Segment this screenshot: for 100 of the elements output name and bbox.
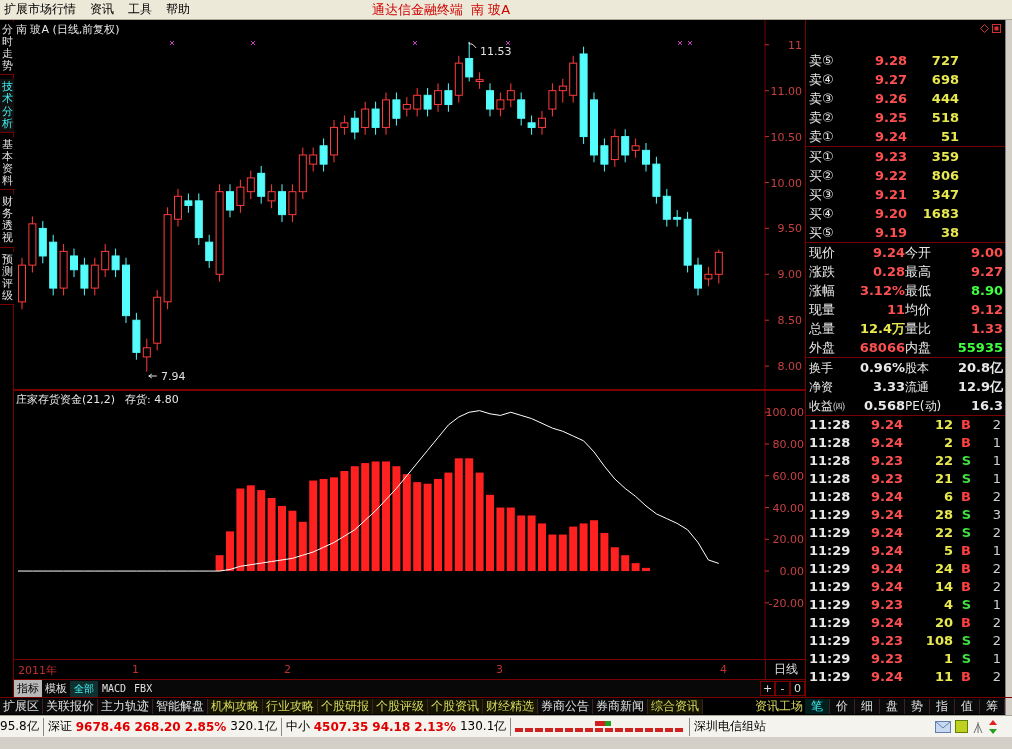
trade-volume: 22 [933,452,953,470]
indicator-tab[interactable]: MACD [98,682,131,695]
side-tab[interactable]: 分时走势 [0,22,14,76]
toolbar-link[interactable]: 个股研报 [318,699,373,714]
window-icon[interactable] [992,24,1001,33]
trade-price: 9.24 [869,416,903,434]
toolbar-link[interactable]: 综合资讯 [648,699,703,714]
candle [319,137,328,172]
order-price: 9.19 [873,223,907,242]
toolbar-link[interactable]: 券商公告 [538,699,593,714]
stat-label: 流通 [905,378,930,396]
toolbar-link[interactable]: 关联报价 [43,699,98,714]
detail-tab[interactable]: 细 [855,699,880,714]
stat-value: 9.24 [871,243,905,262]
arrows-icon[interactable] [988,719,998,734]
toolbar-link[interactable]: 个股评级 [373,699,428,714]
note-icon[interactable] [955,720,968,733]
candle [642,142,650,172]
stat-value: 1.33 [969,319,1003,338]
index-value: 9678.46 [75,719,131,734]
candle [90,257,99,296]
detail-tab[interactable]: 价 [830,699,855,714]
trade-side: B [960,578,971,596]
order-price: 9.27 [873,70,907,89]
toolbar-link[interactable]: 行业攻略 [263,699,318,714]
indicator-bar [298,521,307,572]
side-tab[interactable]: 预测评级 [0,251,14,305]
zoom-button[interactable]: - [775,681,790,696]
candle [278,183,286,223]
stat-label: 今开 [905,243,932,262]
toolbar-link[interactable]: 券商新闻 [593,699,648,714]
date-label: 2 [284,663,291,676]
stat-value: 0.568 [862,396,905,415]
trade-side: S [960,650,971,668]
menu-item[interactable]: 工具 [126,1,164,18]
detail-tab[interactable]: 值 [955,699,980,714]
toolbar-link[interactable]: 资讯工场 [753,699,805,714]
trade-time: 11:28 [809,452,852,470]
marker-icon [677,40,683,46]
indicator-bar [548,534,557,572]
axis-label: 10.50 [770,130,802,144]
candle [309,147,318,172]
menu-item[interactable]: 帮助 [164,1,202,18]
trade-time: 11:29 [809,614,852,632]
trade-count: 2 [991,614,1001,632]
candle [413,87,422,117]
side-tab[interactable]: 基本资料 [0,136,14,191]
order-price: 9.22 [873,166,907,185]
menu-item[interactable]: 资讯 [88,1,126,18]
toolbar-link[interactable]: 机构攻略 [208,699,263,714]
detail-tab[interactable]: 盘 [880,699,905,714]
trade-count: 1 [991,596,1001,614]
candle [382,92,390,136]
template-tab[interactable]: 模板 [42,680,70,697]
trade-side: B [960,614,971,632]
status-amount: 130.1亿 [459,718,507,735]
marker-icon [250,40,256,46]
side-tab[interactable]: 技术分析 [0,79,14,133]
toolbar-link[interactable]: 个股资讯 [428,699,483,714]
detail-tab[interactable]: 筹 [980,699,1005,714]
detail-tab[interactable]: 势 [905,699,930,714]
menu-item[interactable]: 扩展市场行情 [2,1,88,18]
detail-tab[interactable]: 笔 [805,699,830,714]
stat-value: 9.12 [969,300,1003,319]
stat-label: 换手 [809,359,834,377]
side-tab[interactable]: 财务透视 [0,194,14,248]
trade-count: 1 [991,434,1001,452]
template-tab[interactable]: 指标 [14,680,42,697]
indicator-tab[interactable]: 全部 [70,680,98,697]
index-name: 中小 [285,718,310,735]
trade-side: S [960,452,971,470]
indicator-bar [215,555,224,572]
indicator-bar [579,523,588,572]
toolbar-link[interactable]: 主力轨迹 [98,699,153,714]
candle [246,170,255,200]
stat-value: 55935 [956,338,1003,357]
mail-icon[interactable] [935,720,951,733]
zoom-button[interactable]: + [760,681,775,696]
trade-volume: 4 [942,596,953,614]
toolbar-link[interactable]: 智能解盘 [153,699,208,714]
axis-label: 9.00 [777,268,802,282]
candle [350,110,359,140]
stock-title: 南 玻A [471,0,511,19]
candle [111,248,120,278]
candle [423,87,432,117]
indicator-tab[interactable]: FBX [130,682,157,695]
trade-price: 9.24 [869,506,903,524]
trade-side: S [960,632,971,650]
toolbar-link[interactable]: 扩展区 [0,699,43,714]
detail-tab[interactable]: 指 [930,699,955,714]
toolbar-link[interactable]: 财经精选 [483,699,538,714]
candle [59,243,68,296]
trade-time: 11:29 [809,596,852,614]
order-label: 卖③ [809,89,835,108]
candle [38,220,47,264]
indicator-bar [496,507,505,572]
antenna-icon[interactable] [972,719,984,734]
zoom-button[interactable]: 0 [790,681,805,696]
diamond-icon[interactable] [980,24,989,33]
stat-value: 11 [885,300,905,319]
